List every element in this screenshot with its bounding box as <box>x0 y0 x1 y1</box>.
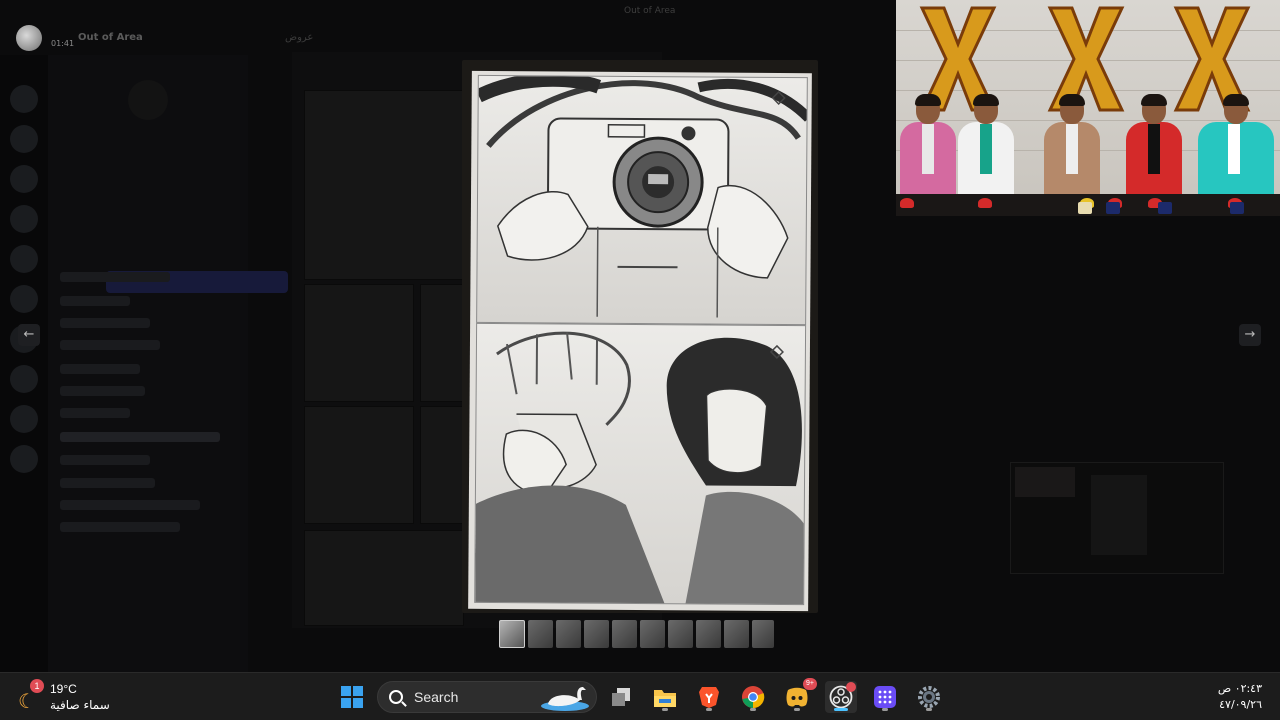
host-person <box>898 94 958 196</box>
windows-logo-icon <box>341 686 363 708</box>
weather-widget[interactable]: ☾ 1 19°C سماء صافية <box>18 679 128 715</box>
gallery-tile[interactable] <box>304 284 414 402</box>
gallery-tile[interactable] <box>304 530 464 626</box>
channel-item[interactable] <box>60 500 200 510</box>
start-button[interactable] <box>336 681 368 713</box>
thumbnail-strip <box>499 620 774 648</box>
brave-lion-icon <box>699 687 719 708</box>
channel-item[interactable] <box>60 522 180 532</box>
thumbnail[interactable] <box>499 620 525 648</box>
sketch-panel-couple <box>474 322 807 606</box>
x-card-icon <box>1078 202 1092 214</box>
taskbar-search-box[interactable]: Search <box>377 681 597 713</box>
user-avatar[interactable] <box>16 25 42 51</box>
buzzer-icon <box>900 198 914 208</box>
window-title: Out of Area <box>624 6 676 16</box>
gear-icon <box>918 686 940 708</box>
discord-button[interactable]: 9+ <box>781 678 817 713</box>
x-card-icon <box>1158 202 1172 214</box>
app-launcher-button[interactable] <box>869 681 901 713</box>
sketch-paper <box>468 70 812 612</box>
search-icon <box>389 690 403 704</box>
channel-item[interactable] <box>60 455 150 465</box>
chrome-icon <box>742 686 765 709</box>
taskbar: ☾ 1 19°C سماء صافية Search 9+ ٠٢:٤٣ ص ٤٧… <box>0 672 1280 720</box>
obs-studio-button[interactable] <box>825 681 857 713</box>
video-preview-thumbnail[interactable] <box>1010 462 1224 574</box>
weather-temperature: 19°C <box>50 682 77 696</box>
server-icon[interactable] <box>10 285 38 313</box>
channel-item[interactable] <box>60 340 160 350</box>
channel-item[interactable] <box>60 478 155 488</box>
image-viewer-photo[interactable] <box>462 60 818 613</box>
channel-item[interactable] <box>60 296 130 306</box>
thumbnail[interactable] <box>584 620 609 648</box>
server-icon[interactable] <box>10 85 38 113</box>
host-person <box>1196 94 1276 196</box>
settings-button[interactable] <box>913 681 945 713</box>
clock-time: ٠٢:٤٣ ص <box>1217 682 1262 695</box>
sketch-panel-camera <box>476 74 808 326</box>
swan-illustration-icon <box>541 687 589 711</box>
x-card-icon <box>1106 202 1120 214</box>
channel-item-active[interactable] <box>60 432 220 442</box>
gallery-tile[interactable] <box>420 406 464 524</box>
server-list <box>0 55 48 672</box>
folder-icon <box>654 690 676 707</box>
host-person <box>1042 94 1102 196</box>
brave-browser-button[interactable] <box>693 681 725 713</box>
gallery-tile[interactable] <box>304 90 464 280</box>
host-person <box>1124 94 1184 196</box>
server-icon[interactable] <box>10 405 38 433</box>
weather-condition: سماء صافية <box>50 698 110 712</box>
search-label: Search <box>414 689 459 705</box>
camera-sketch <box>476 74 808 318</box>
task-view-icon <box>612 688 630 706</box>
server-icon[interactable] <box>10 165 38 193</box>
server-name[interactable]: Out of Area <box>78 32 143 43</box>
preview-frame <box>1015 467 1075 497</box>
couple-sketch <box>475 331 806 606</box>
buzzer-icon <box>978 198 992 208</box>
preview-sketch <box>1091 475 1147 555</box>
channel-item[interactable] <box>60 318 150 328</box>
thumbnail[interactable] <box>724 620 749 648</box>
server-icon[interactable] <box>10 365 38 393</box>
stream-overlay-video <box>896 0 1280 216</box>
weather-notification-badge: 1 <box>30 679 44 693</box>
channel-item[interactable] <box>60 272 170 282</box>
gallery-tile[interactable] <box>420 284 464 402</box>
thumbnail[interactable] <box>528 620 553 648</box>
system-clock[interactable]: ٠٢:٤٣ ص ٤٧/٠٩/٢٦ <box>1218 681 1262 713</box>
channel-item[interactable] <box>60 364 140 374</box>
channel-item[interactable] <box>60 408 130 418</box>
server-icon[interactable] <box>10 445 38 473</box>
gallery-tile[interactable] <box>304 406 414 524</box>
server-icon[interactable] <box>10 245 38 273</box>
discord-unread-badge: 9+ <box>803 678 817 690</box>
server-icon[interactable] <box>10 205 38 233</box>
chrome-browser-button[interactable] <box>737 681 769 713</box>
x-card-icon <box>1230 202 1244 214</box>
clock-date: ٤٧/٠٩/٢٦ <box>1219 698 1262 711</box>
app-grid-icon <box>874 686 896 708</box>
key-icon <box>128 80 168 120</box>
thumbnail[interactable] <box>612 620 637 648</box>
thumbnail[interactable] <box>752 620 774 648</box>
thumbnail[interactable] <box>556 620 581 648</box>
file-explorer-button[interactable] <box>649 681 681 713</box>
thumbnail[interactable] <box>696 620 721 648</box>
recording-indicator-icon <box>846 682 856 692</box>
host-person <box>956 94 1016 196</box>
server-icon[interactable] <box>10 125 38 153</box>
previous-image-button[interactable]: ← <box>18 324 40 346</box>
channel-name: عروض <box>285 32 314 43</box>
thumbnail[interactable] <box>640 620 665 648</box>
desktop-screen: Out of Area 01:41 Out of Area عروض ← → ☾… <box>0 0 1280 720</box>
channel-item[interactable] <box>60 386 145 396</box>
small-clock: 01:41 <box>51 39 75 48</box>
next-image-button[interactable]: → <box>1239 324 1261 346</box>
task-view-button[interactable] <box>605 681 637 713</box>
thumbnail[interactable] <box>668 620 693 648</box>
